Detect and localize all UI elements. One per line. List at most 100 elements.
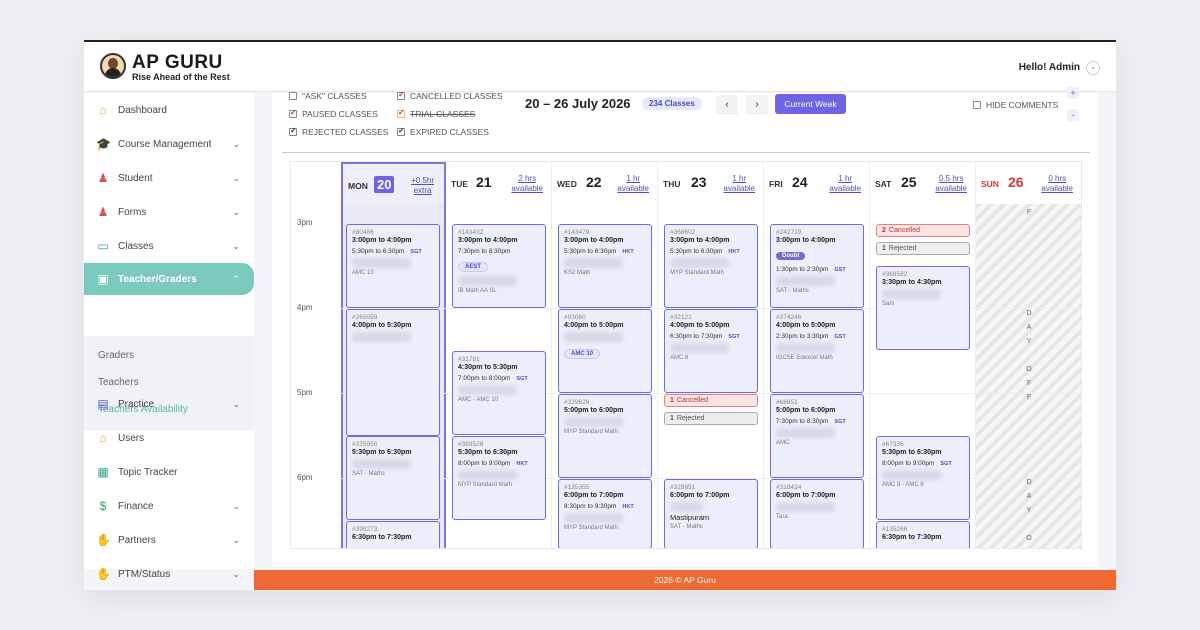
teacher-icon: ▣ — [97, 272, 109, 286]
classes-icon: ▭ — [97, 239, 109, 253]
sidebar-item-forms[interactable]: ♟ Forms ⌄ — [84, 199, 254, 225]
user-menu-chevron-icon[interactable]: ⌄ — [1086, 61, 1100, 75]
class-event[interactable]: #66851 5:00pm to 6:00pm 7:30pm to 8:30pm… — [770, 394, 864, 478]
zoom-out-button[interactable]: - — [1067, 109, 1079, 121]
class-event[interactable]: #135355 6:00pm to 7:00pm 8:30pm to 9:30p… — [558, 479, 652, 548]
day-off-label: DAYOF — [1026, 479, 1032, 542]
redacted-student-name — [776, 343, 836, 353]
course-tag: AMC 10 — [564, 349, 601, 359]
sidebar-item-practice[interactable]: ▤ Practice ⌄ — [84, 391, 254, 417]
redacted-student-name — [882, 470, 942, 480]
hour-label: 5pm — [297, 388, 313, 397]
redacted-student-name — [564, 332, 624, 342]
class-event[interactable]: #242719 3:00pm to 4:00pm Doubt 1:30pm to… — [770, 224, 864, 308]
sidebar-item-classes[interactable]: ▭ Classes ⌄ — [84, 233, 254, 259]
class-event[interactable]: #135266 6:30pm to 7:30pm — [876, 521, 970, 548]
sidebar-item-finance[interactable]: $ Finance ⌄ — [84, 493, 254, 519]
brand-tagline: Rise Ahead of the Rest — [132, 72, 230, 82]
day-header-sun: SUN 26 0 hrs available — [976, 162, 1081, 204]
meeting-icon: ✋ — [96, 567, 111, 581]
student-icon: ♟ — [97, 171, 109, 185]
class-event[interactable]: #265059 4:00pm to 5:30pm — [346, 309, 440, 436]
availability-link[interactable]: 2 hrs available — [511, 174, 543, 194]
availability-link[interactable]: +0.5hr extra — [411, 176, 434, 196]
class-event[interactable]: #318424 6:00pm to 7:00pm Tara — [770, 479, 864, 548]
filter-trial-classes[interactable]: TRIAL CLASSES — [397, 108, 475, 119]
class-event[interactable]: #369528 5:30pm to 6:30pm 8:00pm to 9:00p… — [452, 436, 546, 520]
redacted-student-name — [564, 258, 624, 268]
sidebar-item-topic-tracker[interactable]: ▦ Topic Tracker — [84, 459, 254, 485]
zoom-in-button[interactable]: + — [1067, 87, 1079, 99]
availability-link[interactable]: 1 hr available — [617, 174, 649, 194]
sidebar-item-course-management[interactable]: 🎓 Course Management ⌄ — [84, 131, 254, 157]
class-event[interactable]: #325950 5:30pm to 6:30pm SAT - Maths — [346, 436, 440, 520]
current-week-button[interactable]: Current Week — [775, 94, 846, 114]
redacted-student-name — [458, 470, 518, 480]
hide-comments-toggle[interactable]: HIDE COMMENTS — [973, 100, 1058, 110]
redacted-student-name — [776, 428, 836, 438]
redacted-student-name — [670, 258, 730, 268]
rejected-status-badge[interactable]: 1 Rejected — [876, 242, 970, 255]
redacted-student-name — [670, 343, 730, 353]
availability-link[interactable]: 1 hr available — [829, 174, 861, 194]
redacted-student-name — [776, 502, 836, 512]
class-event[interactable]: #31781 4:30pm to 5:30pm 7:00pm to 8:00pm… — [452, 351, 546, 435]
brand-name: AP GURU — [132, 52, 223, 73]
chevron-down-icon: ⌄ — [232, 500, 240, 511]
previous-week-button[interactable]: ‹ — [716, 95, 738, 115]
filter-rejected-classes[interactable]: REJECTED CLASSES — [289, 126, 388, 137]
chevron-up-icon: ⌃ — [232, 273, 240, 284]
rejected-status-badge[interactable]: 1 Rejected — [664, 412, 758, 425]
sidebar: ⌂ Dashboard 🎓 Course Management ⌄ ♟ Stud… — [84, 93, 254, 581]
availability-link[interactable]: 0 hrs available — [1041, 174, 1073, 194]
hour-label: 4pm — [297, 303, 313, 312]
chevron-down-icon: ⌄ — [232, 398, 240, 409]
user-greeting[interactable]: Hello! Admin — [1019, 62, 1080, 73]
class-event[interactable]: #328651 6:00pm to 7:00pm Mastipuram SAT … — [664, 479, 758, 548]
sidebar-item-student[interactable]: ♟ Student ⌄ — [84, 165, 254, 191]
sidebar-item-dashboard[interactable]: ⌂ Dashboard — [84, 97, 254, 123]
chevron-down-icon: ⌄ — [232, 240, 240, 251]
class-event[interactable]: #32121 4:00pm to 5:00pm 6:30pm to 7:30pm… — [664, 309, 758, 393]
sidebar-item-partners[interactable]: ✋ Partners ⌄ — [84, 527, 254, 553]
class-event[interactable]: #399273 6:30pm to 7:30pm — [346, 521, 440, 548]
sidebar-item-users[interactable]: ⌂ Users — [84, 425, 254, 451]
filter-ask-classes[interactable]: "ASK" CLASSES — [289, 91, 367, 101]
cancelled-status-badge[interactable]: 2 Cancelled — [876, 224, 970, 237]
sidebar-subitem-graders[interactable]: Graders — [98, 350, 134, 361]
doubt-tag: Doubt — [776, 252, 806, 260]
redacted-student-name — [564, 417, 624, 427]
forms-icon: ♟ — [97, 205, 109, 219]
brand-logo[interactable] — [100, 53, 126, 79]
sidebar-item-ptm-status[interactable]: ✋ PTM/Status ⌄ — [84, 561, 254, 587]
day-off-label: F — [1026, 209, 1032, 216]
class-event[interactable]: #80486 3:00pm to 4:00pm 5:30pm to 6:30pm… — [346, 224, 440, 308]
class-event[interactable]: #93060 4:00pm to 5:00pm AMC 10 — [558, 309, 652, 393]
chevron-down-icon: ⌄ — [232, 534, 240, 545]
week-range-title: 20 – 26 July 2026 — [525, 96, 631, 111]
filter-expired-classes[interactable]: EXPIRED CLASSES — [397, 126, 489, 137]
next-week-button[interactable]: › — [746, 95, 768, 115]
week-calendar: 3pm 4pm 5pm 6pm MON 20 +0.5hrextra TUE — [290, 161, 1082, 549]
timezone-tag: AEST — [458, 262, 489, 272]
class-event[interactable]: #368602 3:00pm to 4:00pm 5:30pm to 6:30p… — [664, 224, 758, 308]
class-event[interactable]: #369582 3:30pm to 4:30pm Sam — [876, 266, 970, 350]
filter-paused-classes[interactable]: PAUSED CLASSES — [289, 108, 378, 119]
cancelled-status-badge[interactable]: 1 Cancelled — [664, 394, 758, 407]
home-icon: ⌂ — [99, 103, 107, 117]
availability-link[interactable]: 1 hr available — [723, 174, 755, 194]
filter-cancelled-classes[interactable]: CANCELLED CLASSES — [397, 90, 503, 101]
class-event[interactable]: #143479 3:00pm to 4:00pm 5:30pm to 6:30p… — [558, 224, 652, 308]
class-event[interactable]: #374246 4:00pm to 5:00pm 2:30pm to 3:30p… — [770, 309, 864, 393]
classes-count-badge: 234 Classes — [642, 97, 702, 110]
class-event[interactable]: #67336 5:30pm to 6:30pm 8:00pm to 9:00pm… — [876, 436, 970, 520]
handshake-icon: ✋ — [96, 533, 111, 547]
graduation-cap-icon: 🎓 — [96, 137, 111, 151]
class-event[interactable]: #143432 3:00pm to 4:00pm 7:30pm to 8:30p… — [452, 224, 546, 308]
availability-link[interactable]: 0.5 hrs available — [935, 174, 967, 194]
sidebar-item-teacher-graders[interactable]: ▣ Teacher/Graders ⌃ — [84, 263, 254, 295]
redacted-student-name — [882, 289, 942, 299]
class-event[interactable]: #329628 5:00pm to 6:00pm MYP Standard Ma… — [558, 394, 652, 478]
sidebar-subitem-teachers[interactable]: Teachers — [98, 377, 139, 388]
chevron-down-icon: ⌄ — [232, 568, 240, 579]
